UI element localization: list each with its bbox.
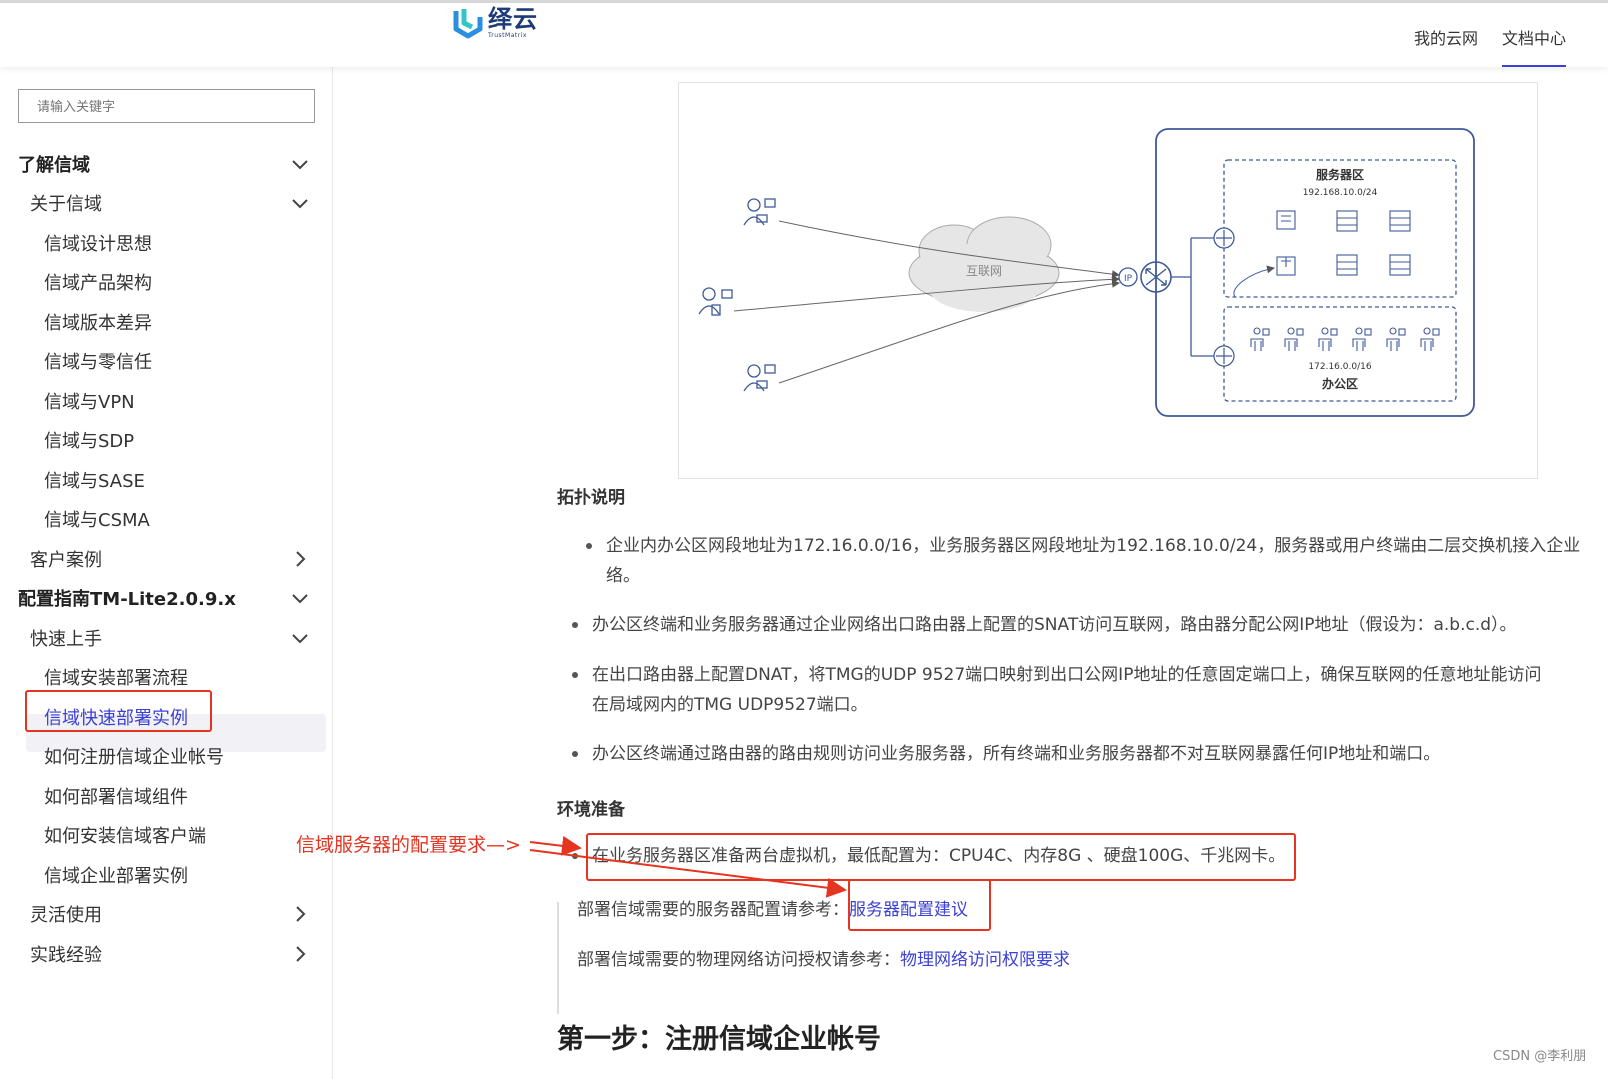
nav-doc-center[interactable]: 文档中心 [1502,25,1567,67]
nav-my-cloud[interactable]: 我的云网 [1414,25,1478,49]
top-header: 绎云 TrustMatrix 我的云网 文档中心 [0,3,1608,67]
annotation-arrow-icon [529,835,847,898]
logo[interactable]: 绎云 TrustMatrix [452,5,538,39]
logo-name: 绎云 [488,4,538,33]
logo-subtitle: TrustMatrix [488,31,527,39]
watermark: CSDN @李利朋 [1493,1049,1587,1064]
logo-mark-icon [453,9,483,39]
